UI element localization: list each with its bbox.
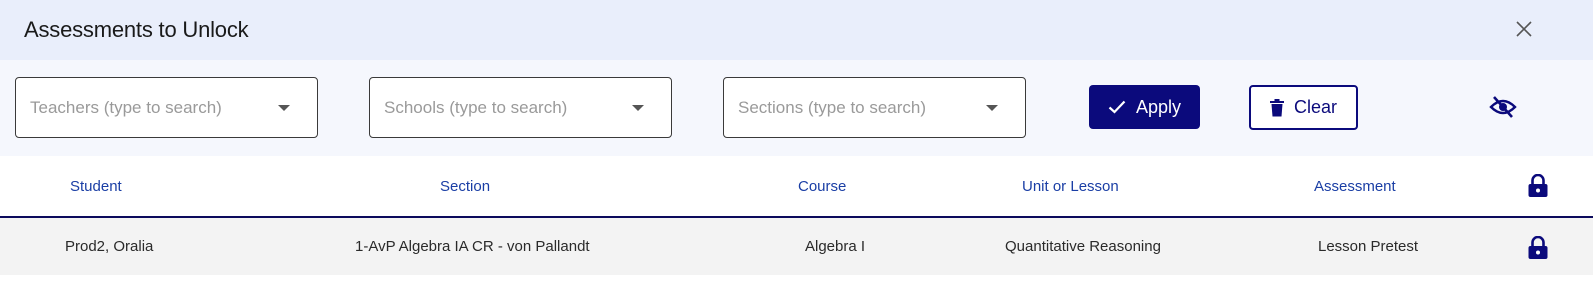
cell-assessment: Lesson Pretest [1318,238,1419,255]
column-header-unit[interactable]: Unit or Lesson [1022,178,1119,195]
cell-section: 1-AvP Algebra IA CR - von Pallandt [355,238,590,255]
clear-button[interactable]: Clear [1249,85,1358,130]
column-header-course[interactable]: Course [798,178,846,195]
column-header-assessment[interactable]: Assessment [1314,178,1396,195]
clear-label: Clear [1293,97,1337,117]
modal-header: Assessments to Unlock [0,0,1593,60]
trash-icon [1269,98,1284,116]
eye-off-icon[interactable] [1489,95,1517,119]
cell-unit: Quantitative Reasoning [1005,238,1161,255]
chevron-down-icon[interactable] [986,105,998,111]
close-icon[interactable] [1512,17,1536,41]
check-icon [1108,100,1126,114]
filter-bar: Apply Clear [0,60,1593,156]
schools-dropdown[interactable] [369,77,672,138]
apply-button[interactable]: Apply [1089,85,1200,129]
column-header-section[interactable]: Section [440,178,490,195]
chevron-down-icon[interactable] [278,105,290,111]
lock-icon[interactable] [1527,173,1549,198]
cell-student: Prod2, Oralia [65,238,154,255]
sections-dropdown[interactable] [723,77,1026,138]
lock-icon[interactable] [1527,235,1549,260]
table-header: Student Section Course Unit or Lesson As… [0,156,1593,218]
column-header-student[interactable]: Student [70,178,122,195]
sections-search-input[interactable] [738,96,978,120]
modal-title: Assessments to Unlock [24,17,249,42]
table-row[interactable]: Prod2, Oralia 1-AvP Algebra IA CR - von … [0,218,1593,275]
teachers-search-input[interactable] [30,96,270,120]
schools-search-input[interactable] [384,96,624,120]
teachers-dropdown[interactable] [15,77,318,138]
apply-label: Apply [1135,96,1182,117]
chevron-down-icon[interactable] [632,105,644,111]
cell-course: Algebra I [805,238,866,255]
